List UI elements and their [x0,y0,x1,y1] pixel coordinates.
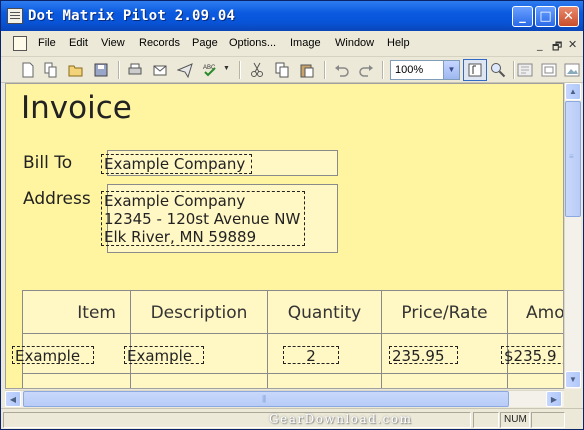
mail-icon[interactable] [152,62,168,78]
scroll-right-button[interactable]: ▶ [546,391,562,407]
menu-options[interactable]: Options... [229,37,276,49]
description-field[interactable]: Example [124,346,204,365]
column-header-description: Description [130,290,267,334]
dropdown-arrow-icon[interactable]: ▼ [223,65,230,72]
copy-icon[interactable] [274,62,290,78]
send-icon[interactable] [177,62,193,78]
zoom-icon[interactable] [490,62,506,78]
horizontal-scrollbar[interactable]: ◀ ||| ▶ [5,390,564,407]
bill-to-label: Bill To [23,153,73,173]
status-panel-scroll [531,412,565,428]
zoom-value: 100% [395,64,424,76]
toolbar-separator [513,61,515,79]
document-canvas[interactable]: Invoice Bill To Example Company Address … [5,83,564,389]
watermark: GearDownload.com [269,412,413,426]
status-num: NUM [500,412,530,428]
new-icon[interactable] [20,62,36,78]
mdi-minimize-button[interactable]: _ [537,38,543,51]
mdi-restore-button[interactable]: 🗗 [552,38,562,57]
mdi-close-button[interactable]: ✕ [568,38,577,51]
menu-window[interactable]: Window [335,37,374,49]
column-header-quantity: Quantity [267,290,381,334]
column-header-item: Item [22,290,130,334]
line-items-table: Item Description Quantity Price/Rate Amo… [12,290,563,388]
text-frame-icon[interactable] [541,62,557,78]
column-header-amount: Amo [507,290,563,334]
menu-help[interactable]: Help [387,37,410,49]
image-frame-icon[interactable] [564,62,580,78]
table-cell [130,374,267,388]
redo-icon[interactable] [358,62,374,78]
menu-page[interactable]: Page [192,37,218,49]
document-icon[interactable] [13,36,27,51]
column-header-price: Price/Rate [381,290,507,334]
menu-file[interactable]: File [38,37,56,49]
copy-page-icon[interactable] [43,62,59,78]
layout-icon[interactable] [517,62,533,78]
scroll-up-button[interactable]: ▲ [565,83,581,100]
address-line: Example Company [104,192,246,210]
horizontal-scroll-thumb[interactable]: ||| [23,391,509,407]
menu-records[interactable]: Records [139,37,180,49]
app-icon[interactable] [7,8,23,24]
item-field[interactable]: Example [12,346,94,365]
chevron-down-icon[interactable]: ▼ [443,61,459,79]
grip-icon: ≡ [569,152,574,161]
cut-icon[interactable] [249,62,265,78]
spellcheck-icon[interactable]: ABC [202,62,218,78]
toolbar-separator [382,61,384,79]
maximize-button[interactable]: □ [535,6,556,27]
select-icon [468,63,482,77]
undo-icon[interactable] [334,62,350,78]
address-label: Address [23,189,91,209]
vertical-scroll-thumb[interactable]: ≡ [565,101,581,217]
menu-image[interactable]: Image [290,37,321,49]
vertical-scrollbar[interactable]: ▲ ≡ ▼ [564,83,581,389]
table-cell [381,374,507,388]
grip-icon: ||| [262,394,266,403]
scroll-left-button[interactable]: ◀ [5,391,21,407]
amount-field[interactable]: $235.9 [501,346,563,365]
select-tool-button[interactable] [463,59,487,81]
app-window: Dot Matrix Pilot 2.09.04 _ □ ✕ File Edit… [0,0,584,430]
bill-to-field[interactable]: Example Company [101,154,252,174]
table-cell [22,374,130,388]
menu-edit[interactable]: Edit [69,37,88,49]
invoice-title: Invoice [21,90,132,126]
open-icon[interactable] [68,62,84,78]
toolbar-separator [118,61,120,79]
table-cell [267,374,381,388]
save-icon[interactable] [93,62,109,78]
table-cell [507,374,563,388]
scroll-down-button[interactable]: ▼ [565,371,581,388]
price-field[interactable]: 235.95 [389,346,458,365]
toolbar: ABC ▼ 100% ▼ [1,57,583,83]
close-button[interactable]: ✕ [558,6,579,27]
address-line: Elk River, MN 59889 [104,228,257,246]
menu-bar: File Edit View Records Page Options... I… [1,31,583,57]
address-field[interactable]: Example Company 12345 - 120st Avenue NW … [101,191,305,246]
window-title: Dot Matrix Pilot 2.09.04 [28,8,236,24]
paste-icon[interactable] [299,62,315,78]
address-line: 12345 - 120st Avenue NW [104,210,301,228]
minimize-button[interactable]: _ [512,6,533,27]
zoom-select[interactable]: 100% ▼ [390,60,460,80]
print-icon[interactable] [127,62,143,78]
quantity-field[interactable]: 2 [283,346,339,365]
toolbar-separator [324,61,326,79]
menu-view[interactable]: View [101,37,125,49]
status-panel-caps [473,412,499,428]
title-bar[interactable]: Dot Matrix Pilot 2.09.04 _ □ ✕ [1,1,583,31]
toolbar-separator [239,61,241,79]
